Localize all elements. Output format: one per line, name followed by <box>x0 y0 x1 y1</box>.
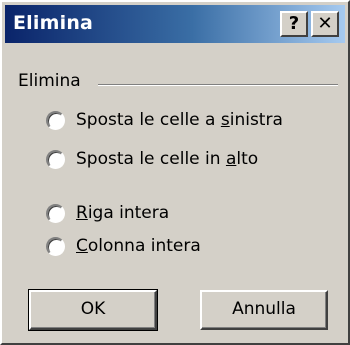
title-bar[interactable]: Elimina ? ✕ <box>5 5 345 43</box>
close-button[interactable]: ✕ <box>311 11 339 37</box>
radio-icon[interactable] <box>46 203 65 223</box>
radio-icon[interactable] <box>46 110 65 130</box>
option-label: Riga intera <box>76 203 170 223</box>
dialog-title: Elimina <box>13 12 94 34</box>
group-label: Elimina <box>18 71 81 91</box>
radio-icon[interactable] <box>46 236 65 256</box>
radio-icon[interactable] <box>46 149 65 169</box>
option-label: Colonna intera <box>76 236 201 256</box>
option-entire-column[interactable]: Colonna intera <box>46 234 201 258</box>
option-label: Sposta le celle a sinistra <box>76 110 283 130</box>
group-divider <box>98 84 338 86</box>
option-label: Sposta le celle in alto <box>76 149 259 169</box>
delete-dialog: Elimina ? ✕ Elimina Sposta le celle a si… <box>0 0 350 345</box>
option-shift-up[interactable]: Sposta le celle in alto <box>46 147 258 171</box>
option-entire-row[interactable]: Riga intera <box>46 201 169 225</box>
help-button[interactable]: ? <box>280 11 308 37</box>
cancel-button[interactable]: Annulla <box>200 290 328 330</box>
option-shift-left[interactable]: Sposta le celle a sinistra <box>46 108 283 132</box>
ok-button[interactable]: OK <box>28 289 158 331</box>
